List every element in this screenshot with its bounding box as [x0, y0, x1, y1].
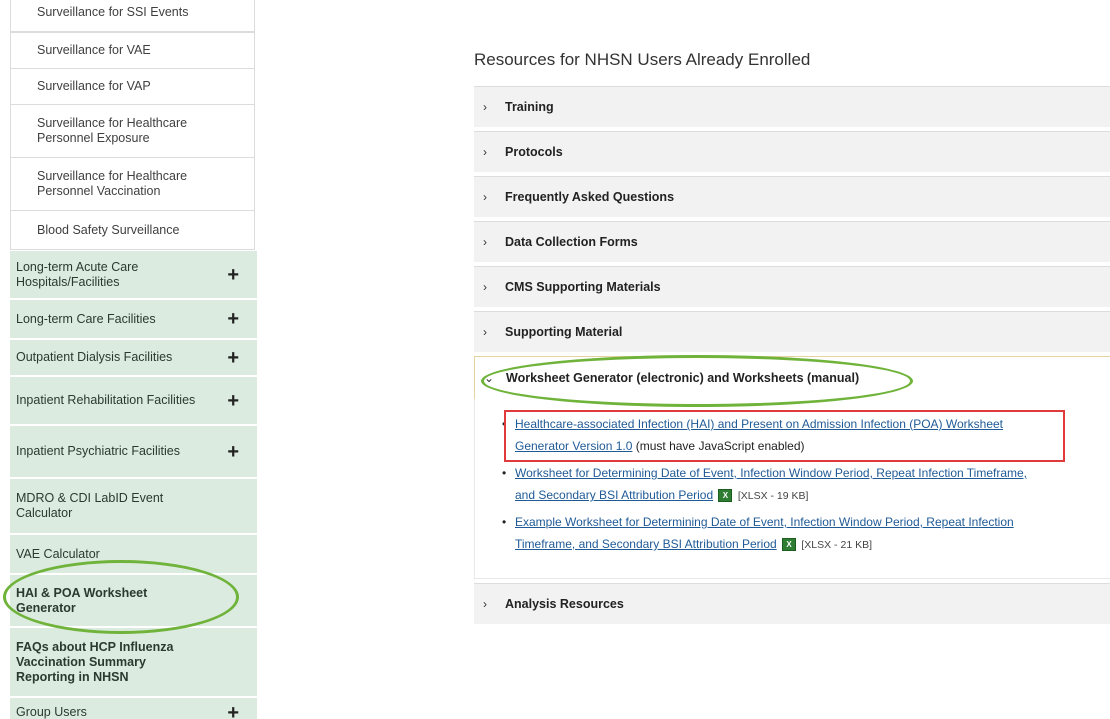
sidebar-item-label: Inpatient Psychiatric Facilities	[16, 444, 180, 458]
accordion-label: Data Collection Forms	[505, 235, 638, 249]
highlight-box-generator-link	[504, 410, 1065, 462]
list-bullet: •	[502, 466, 507, 480]
example-worksheet-link[interactable]: Example Worksheet for Determining Date o…	[515, 515, 1014, 529]
chevron-right-icon: ›	[483, 190, 487, 204]
file-meta: [XLSX - 21 KB]	[801, 539, 872, 551]
sidebar-item-ltc[interactable]: Long-term Care Facilities +	[10, 300, 257, 339]
sidebar-item-psychiatric[interactable]: Inpatient Psychiatric Facilities +	[10, 426, 257, 478]
sidebar-subitem-label: Surveillance for VAE	[37, 43, 151, 57]
accordion-faq[interactable]: › Frequently Asked Questions	[474, 176, 1110, 217]
excel-icon: X	[782, 538, 797, 552]
sidebar-subitem-vae[interactable]: Surveillance for VAE	[10, 32, 255, 69]
sidebar-item-label: MDRO & CDI LabID Event Calculator	[16, 491, 164, 520]
sidebar-item-label: FAQs about HCP Influenza Vaccination Sum…	[16, 639, 174, 684]
accordion-label: Protocols	[505, 145, 563, 159]
sidebar-subitem-label: Surveillance for Healthcare Personnel Va…	[37, 169, 188, 198]
accordion-protocols[interactable]: › Protocols	[474, 131, 1110, 172]
date-of-event-worksheet-link[interactable]: Worksheet for Determining Date of Event,…	[515, 466, 1027, 480]
accordion-label: Training	[505, 100, 554, 114]
expand-plus-icon[interactable]: +	[227, 309, 239, 329]
sidebar-item-labid-calculator[interactable]: MDRO & CDI LabID Event Calculator	[10, 479, 257, 534]
sidebar-subitem-blood-safety[interactable]: Blood Safety Surveillance	[10, 210, 255, 250]
chevron-right-icon: ›	[483, 280, 487, 294]
chevron-right-icon: ›	[483, 325, 487, 339]
accordion-data-collection-forms[interactable]: › Data Collection Forms	[474, 221, 1110, 262]
accordion-label: Supporting Material	[505, 325, 623, 339]
chevron-right-icon: ›	[483, 100, 487, 114]
sidebar-item-dialysis[interactable]: Outpatient Dialysis Facilities +	[10, 340, 257, 376]
sidebar-subitem-label: Surveillance for Healthcare Personnel Ex…	[37, 116, 188, 145]
sidebar-subitem-label: Blood Safety Surveillance	[37, 222, 180, 237]
page: Surveillance for SSI Events Surveillance…	[0, 0, 1110, 719]
expand-plus-icon[interactable]: +	[227, 348, 239, 368]
sidebar-subitem-ssi-events[interactable]: Surveillance for SSI Events	[10, 0, 255, 32]
accordion-training[interactable]: › Training	[474, 86, 1110, 127]
sidebar-subitem-vap[interactable]: Surveillance for VAP	[10, 68, 255, 105]
expand-plus-icon[interactable]: +	[227, 265, 239, 285]
highlight-oval-accordion	[481, 355, 913, 407]
page-title: Resources for NHSN Users Already Enrolle…	[474, 50, 811, 69]
sidebar-item-label: Inpatient Rehabilitation Facilities	[16, 393, 196, 407]
accordion-cms-supporting-materials[interactable]: › CMS Supporting Materials	[474, 266, 1110, 307]
sidebar-item-rehab[interactable]: Inpatient Rehabilitation Facilities +	[10, 377, 257, 425]
list-item: • Example Worksheet for Determining Date…	[502, 511, 1095, 556]
sidebar-item-label: Outpatient Dialysis Facilities	[16, 350, 173, 364]
list-bullet: •	[502, 515, 507, 529]
date-of-event-worksheet-link-cont[interactable]: and Secondary BSI Attribution Period	[515, 488, 713, 502]
expand-plus-icon[interactable]: +	[227, 703, 239, 719]
sidebar-subitem-label: Surveillance for SSI Events	[37, 4, 189, 19]
excel-icon: X	[718, 489, 733, 503]
sidebar-item-label: Long-term Care Facilities	[16, 311, 156, 326]
expand-plus-icon[interactable]: +	[227, 391, 239, 411]
sidebar-subitem-hcp-exposure[interactable]: Surveillance for Healthcare Personnel Ex…	[10, 104, 255, 158]
sidebar-item-group-users[interactable]: Group Users +	[10, 698, 257, 719]
sidebar-item-hcp-influenza-faqs[interactable]: FAQs about HCP Influenza Vaccination Sum…	[10, 628, 257, 697]
sidebar-subitem-label: Surveillance for VAP	[37, 79, 151, 93]
chevron-right-icon: ›	[483, 145, 487, 159]
file-meta: [XLSX - 19 KB]	[737, 490, 809, 502]
sidebar-item-ltach[interactable]: Long-term Acute Care Hospitals/Facilitie…	[10, 251, 257, 299]
accordion-label: CMS Supporting Materials	[505, 280, 661, 294]
chevron-right-icon: ›	[483, 235, 487, 249]
accordion-label: Analysis Resources	[505, 597, 624, 611]
expand-plus-icon[interactable]: +	[227, 442, 239, 462]
chevron-right-icon: ›	[483, 597, 487, 611]
accordion-label: Frequently Asked Questions	[505, 190, 675, 204]
sidebar-item-label: VAE Calculator	[16, 546, 100, 561]
accordion-analysis-resources[interactable]: › Analysis Resources	[474, 583, 1110, 624]
highlight-oval-sidebar	[3, 560, 239, 634]
list-item: • Worksheet for Determining Date of Even…	[502, 462, 1095, 507]
sidebar-item-label: Group Users	[16, 705, 87, 719]
example-worksheet-link-cont[interactable]: Timeframe, and Secondary BSI Attribution…	[515, 537, 777, 551]
accordion-supporting-material[interactable]: › Supporting Material	[474, 311, 1110, 352]
sidebar-subitem-hcp-vaccination[interactable]: Surveillance for Healthcare Personnel Va…	[10, 157, 255, 211]
sidebar-item-label: Long-term Acute Care Hospitals/Facilitie…	[16, 259, 139, 289]
